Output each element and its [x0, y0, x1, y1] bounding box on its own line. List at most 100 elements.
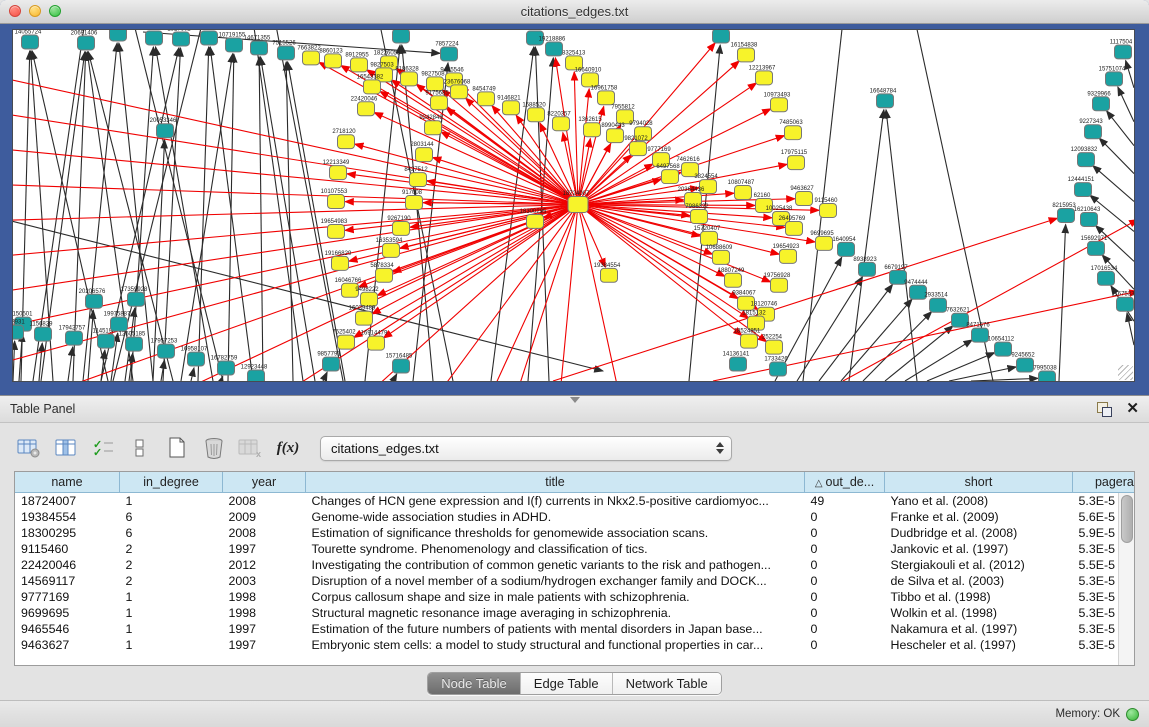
table-cell[interactable]: 0: [805, 573, 885, 589]
network-canvas[interactable]: 1872400788601238912955182260589827503818…: [12, 29, 1135, 382]
table-cell[interactable]: 0: [805, 605, 885, 621]
new-column-icon[interactable]: [162, 434, 192, 462]
table-cell[interactable]: Hescheler et al. (1997): [885, 637, 1073, 653]
network-node[interactable]: 14569117: [103, 30, 130, 41]
column-header-out_de[interactable]: △out_de...: [805, 472, 885, 493]
table-row[interactable]: 977716911998Corpus callosum shape and si…: [15, 589, 1135, 605]
table-cell[interactable]: 14569117: [15, 573, 120, 589]
network-node[interactable]: 9498222: [355, 287, 379, 306]
network-node[interactable]: 9242848: [419, 115, 443, 134]
delete-column-trash-icon[interactable]: [199, 434, 229, 462]
network-node[interactable]: 917008: [402, 190, 423, 209]
network-node[interactable]: 12444151: [1068, 177, 1095, 196]
table-cell[interactable]: 0: [805, 509, 885, 525]
network-node[interactable]: 1640954: [832, 237, 856, 256]
table-cell[interactable]: 1998: [223, 605, 306, 621]
network-node[interactable]: 2887682: [707, 30, 731, 43]
table-cell[interactable]: Estimation of significance thresholds fo…: [306, 525, 805, 541]
network-node[interactable]: 8990443: [601, 123, 625, 142]
row-selection-icon[interactable]: [125, 434, 155, 462]
table-cell[interactable]: 9115460: [15, 541, 120, 557]
table-row[interactable]: 946362711997Embryonic stem cells: a mode…: [15, 637, 1135, 653]
table-cell[interactable]: 2003: [223, 573, 306, 589]
network-node[interactable]: 8912955: [345, 52, 369, 71]
network-node[interactable]: 14671355: [244, 35, 271, 54]
network-node[interactable]: 9329966: [1087, 91, 1111, 110]
tab-edge-table[interactable]: Edge Table: [520, 673, 612, 694]
table-cell[interactable]: Genome-wide association studies in ADHD.: [306, 509, 805, 525]
network-node[interactable]: 10807487: [728, 180, 755, 199]
network-node[interactable]: 9245652: [1011, 353, 1035, 372]
network-node[interactable]: 18524851: [734, 329, 761, 348]
network-node[interactable]: 10719155: [219, 32, 246, 51]
network-node[interactable]: 8215953: [1052, 203, 1076, 222]
resize-grip-icon[interactable]: [1118, 365, 1133, 380]
table-cell[interactable]: Tourette syndrome. Phenomenology and cla…: [306, 541, 805, 557]
table-cell[interactable]: 2: [120, 573, 223, 589]
column-header-year[interactable]: year: [223, 472, 306, 493]
network-node[interactable]: 15751074: [1099, 66, 1126, 85]
tab-network-table[interactable]: Network Table: [612, 673, 721, 694]
column-header-title[interactable]: title: [306, 472, 805, 493]
table-cell[interactable]: Disruption of a novel member of a sodium…: [306, 573, 805, 589]
network-node[interactable]: 19218886: [539, 36, 566, 55]
network-node[interactable]: 7663822: [297, 45, 321, 64]
table-cell[interactable]: 19384554: [15, 509, 120, 525]
table-cell[interactable]: Nakamura et al. (1997): [885, 621, 1073, 637]
table-cell[interactable]: 1: [120, 493, 223, 510]
table-cell[interactable]: 1: [120, 621, 223, 637]
network-node[interactable]: 16648784: [870, 88, 897, 107]
network-node[interactable]: 2718120: [332, 129, 356, 148]
table-cell[interactable]: 2: [120, 557, 223, 573]
network-node[interactable]: 14055724: [15, 30, 42, 49]
network-node[interactable]: 1362615: [578, 117, 602, 136]
network-node[interactable]: 16914479: [361, 331, 388, 350]
table-row[interactable]: 1830029562008Estimation of significance …: [15, 525, 1135, 541]
network-node[interactable]: 14136141: [723, 352, 750, 371]
network-node[interactable]: 18807249: [718, 268, 745, 287]
table-row[interactable]: 1456911722003Disruption of a novel membe…: [15, 573, 1135, 589]
table-cell[interactable]: 0: [805, 525, 885, 541]
network-node[interactable]: 19384554: [594, 263, 621, 282]
network-node[interactable]: 17359928: [121, 287, 148, 306]
network-node[interactable]: 16039489: [349, 306, 376, 325]
column-visibility-icon[interactable]: [51, 434, 81, 462]
network-node[interactable]: 8938923: [853, 257, 877, 276]
table-cell[interactable]: 1: [120, 637, 223, 653]
table-row[interactable]: 1938455462009Genome-wide association stu…: [15, 509, 1135, 525]
network-node[interactable]: 9857791: [317, 352, 341, 371]
table-cell[interactable]: 1997: [223, 541, 306, 557]
table-cell[interactable]: Wolkin et al. (1998): [885, 605, 1073, 621]
network-node[interactable]: 5878334: [370, 263, 394, 282]
network-node[interactable]: 16961758: [591, 85, 618, 104]
network-node[interactable]: 3913931: [13, 320, 25, 339]
table-cell[interactable]: 1997: [223, 621, 306, 637]
network-node[interactable]: 9146821: [497, 95, 521, 114]
network-node[interactable]: 15692971: [1081, 236, 1108, 255]
tab-node-table[interactable]: Node Table: [428, 673, 520, 694]
network-node[interactable]: 15716485: [386, 354, 413, 373]
table-cell[interactable]: 0: [805, 557, 885, 573]
network-node[interactable]: 7515526: [272, 40, 296, 59]
table-cell[interactable]: 9699695: [15, 605, 120, 621]
table-cell[interactable]: 9463627: [15, 637, 120, 653]
network-node[interactable]: 16782759: [211, 356, 238, 375]
network-node[interactable]: 12093832: [1071, 147, 1098, 166]
table-cell[interactable]: 18300295: [15, 525, 120, 541]
table-cell[interactable]: 9465546: [15, 621, 120, 637]
network-node[interactable]: 16543382: [357, 74, 384, 93]
table-cell[interactable]: 2009: [223, 509, 306, 525]
vertical-scrollbar[interactable]: [1118, 493, 1134, 665]
network-node[interactable]: 10107553: [321, 189, 348, 208]
table-row[interactable]: 1872400712008Changes of HCN gene express…: [15, 493, 1135, 510]
network-node[interactable]: 1527602: [167, 30, 191, 46]
network-node[interactable]: 2933514: [924, 293, 948, 312]
delete-table-icon[interactable]: x: [236, 434, 266, 462]
network-node[interactable]: 18300295: [520, 209, 547, 228]
select-all-check-icon[interactable]: ✓✓: [88, 434, 118, 462]
table-cell[interactable]: 6: [120, 509, 223, 525]
network-node[interactable]: 2803144: [410, 142, 434, 161]
table-row[interactable]: 2242004622012Investigating the contribut…: [15, 557, 1135, 573]
window-titlebar[interactable]: citations_edges.txt: [0, 0, 1149, 24]
network-node[interactable]: 16210643: [1074, 207, 1101, 226]
